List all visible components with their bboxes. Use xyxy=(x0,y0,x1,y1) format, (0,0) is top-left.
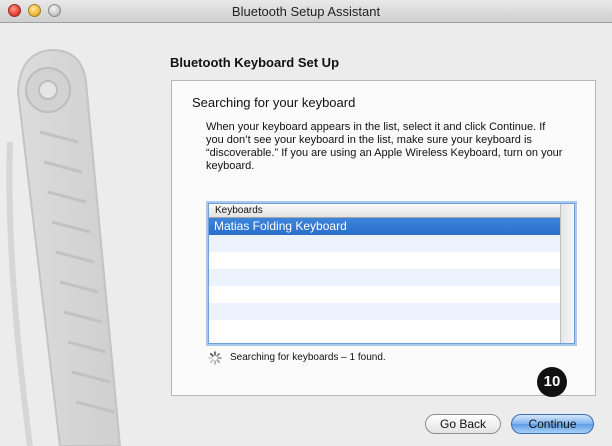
list-item xyxy=(209,252,560,269)
keyboards-list-body: Matias Folding Keyboard xyxy=(209,218,560,343)
list-item xyxy=(209,303,560,320)
step-number-badge: 10 xyxy=(537,367,567,397)
list-item xyxy=(209,235,560,252)
status-text: Searching for keyboards – 1 found. xyxy=(230,352,386,363)
page-heading: Bluetooth Keyboard Set Up xyxy=(170,55,340,70)
keyboards-list[interactable]: Keyboards Matias Folding Keyboard xyxy=(208,203,575,344)
list-item[interactable]: Matias Folding Keyboard xyxy=(209,218,560,235)
setup-assistant-window: Bluetooth Setup Assistant Bluetooth Keyb… xyxy=(0,0,612,446)
list-item xyxy=(209,320,560,337)
keyboard-illustration-icon xyxy=(6,48,122,446)
go-back-button[interactable]: Go Back xyxy=(425,414,501,434)
list-item xyxy=(209,286,560,303)
instructions-text: When your keyboard appears in the list, … xyxy=(206,121,563,172)
keyboards-column-header[interactable]: Keyboards xyxy=(209,204,560,218)
title-bar: Bluetooth Setup Assistant xyxy=(0,0,612,23)
panel-title: Searching for your keyboard xyxy=(192,95,356,110)
content-panel: Searching for your keyboard When your ke… xyxy=(171,80,596,396)
continue-button[interactable]: Continue xyxy=(511,414,594,434)
list-item xyxy=(209,269,560,286)
spinner-icon xyxy=(208,351,222,365)
window-title: Bluetooth Setup Assistant xyxy=(231,4,381,19)
list-scrollbar[interactable] xyxy=(560,204,574,343)
